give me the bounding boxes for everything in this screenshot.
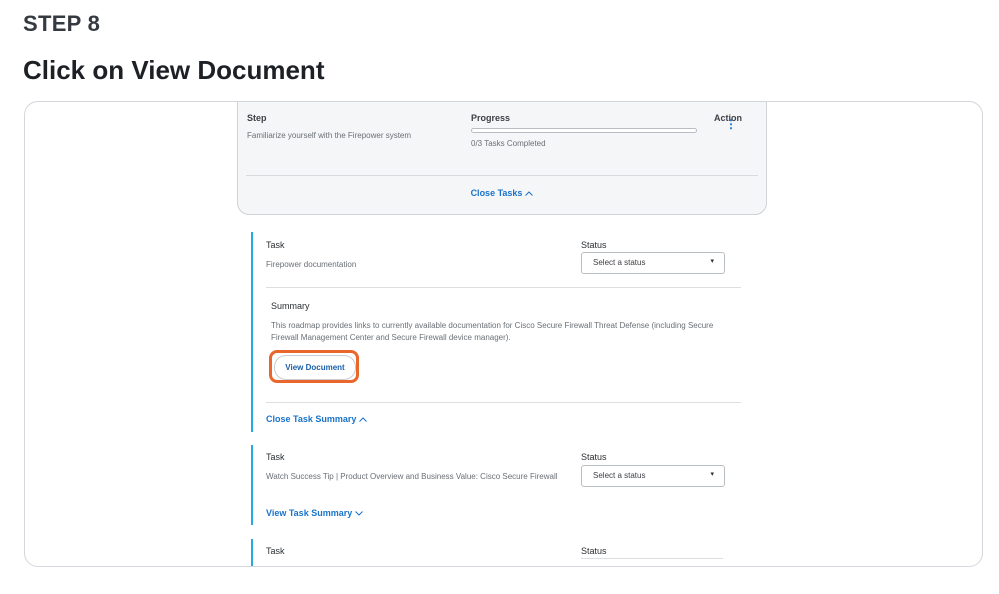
divider — [266, 402, 741, 403]
chevron-up-icon — [525, 191, 534, 196]
task-label: Task — [266, 452, 285, 462]
status-select-value: Select a status — [593, 258, 646, 267]
divider — [266, 287, 741, 288]
divider — [581, 558, 723, 559]
summary-text: This roadmap provides links to currently… — [271, 321, 714, 342]
progress-header: Progress — [471, 113, 511, 123]
task-card-watch-success-tip: Task Status Watch Success Tip | Product … — [251, 445, 743, 525]
close-task-summary-link[interactable]: Close Task Summary — [266, 414, 368, 424]
progress-bar — [471, 128, 697, 133]
view-task-summary-link[interactable]: View Task Summary — [266, 508, 364, 518]
chevron-down-icon — [355, 511, 364, 516]
divider — [246, 175, 758, 176]
close-task-summary-label: Close Task Summary — [266, 414, 357, 424]
view-task-summary-label: View Task Summary — [266, 508, 353, 518]
embedded-app: Step Progress Action Familiarize yoursel… — [25, 102, 982, 566]
progress-text: 0/3 Tasks Completed — [471, 139, 546, 148]
kebab-menu-icon[interactable]: ⋮ — [725, 118, 737, 130]
close-tasks-link[interactable]: Close Tasks — [238, 188, 766, 198]
status-select[interactable]: Select a status ▾ — [581, 465, 725, 487]
step-text: Familiarize yourself with the Firepower … — [247, 131, 412, 140]
status-select[interactable]: Select a status ▾ — [581, 252, 725, 274]
step-label: STEP 8 — [23, 11, 101, 36]
progress-card: Step Progress Action Familiarize yoursel… — [237, 102, 767, 215]
view-document-button[interactable]: View Document — [274, 355, 356, 380]
task-name: Firepower documentation — [266, 260, 357, 269]
summary-label: Summary — [271, 301, 310, 311]
page-title: Click on View Document — [23, 55, 325, 85]
task-name: Watch Success Tip | Product Overview and… — [266, 472, 558, 481]
step-header: Step — [247, 113, 267, 123]
task-card-partial: Task Status — [251, 539, 743, 566]
task-label: Task — [266, 240, 285, 250]
close-tasks-label: Close Tasks — [470, 188, 523, 198]
status-select-value: Select a status — [593, 471, 646, 480]
status-label: Status — [581, 452, 607, 462]
caret-down-icon: ▾ — [710, 258, 714, 265]
status-label: Status — [581, 546, 607, 556]
screenshot-frame: Step Progress Action Familiarize yoursel… — [24, 101, 983, 567]
task-label: Task — [266, 546, 285, 556]
caret-down-icon: ▾ — [710, 471, 714, 478]
status-label: Status — [581, 240, 607, 250]
chevron-up-icon — [359, 417, 368, 422]
task-card-firepower-documentation: Task Status Firepower documentation Sele… — [251, 232, 743, 432]
